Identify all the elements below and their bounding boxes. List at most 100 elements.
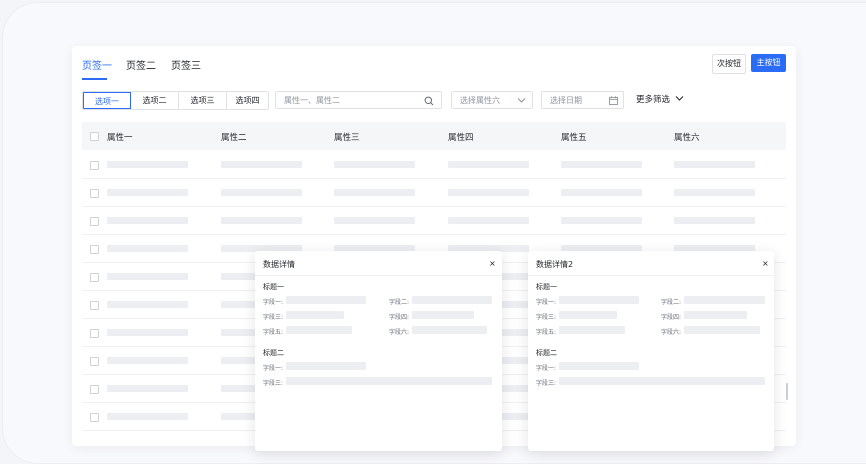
segment-option-4[interactable]: 选项四 [227, 92, 268, 109]
field-value [684, 326, 760, 334]
column-header[interactable]: 属性一 [107, 131, 133, 143]
field-label: 字段二: [661, 299, 682, 306]
search-placeholder: 属性一、属性二 [284, 96, 340, 105]
field-label: 字段一: [536, 299, 557, 306]
date-placeholder: 选择日期 [550, 96, 582, 105]
skeleton-cell [107, 301, 188, 308]
section-title: 标题一 [263, 283, 284, 291]
column-header[interactable]: 属性二 [221, 131, 247, 143]
date-picker[interactable]: 选择日期 [541, 91, 624, 109]
field-value [559, 296, 639, 304]
select-all-checkbox[interactable] [90, 132, 99, 141]
segmented-control: 选项一 选项二 选项三 选项四 [82, 91, 269, 110]
close-icon[interactable]: × [762, 259, 769, 268]
row-checkbox[interactable] [90, 413, 99, 422]
segment-option-3[interactable]: 选项三 [179, 92, 227, 109]
panel-title: 数据详情2 [536, 260, 574, 269]
skeleton-cell [107, 413, 188, 420]
skeleton-cell [448, 161, 529, 168]
column-header[interactable]: 属性三 [334, 131, 360, 143]
field-value [412, 296, 492, 304]
field-label: 字段六: [661, 329, 682, 336]
segment-option-1[interactable]: 选项一 [83, 92, 131, 109]
field-value [559, 311, 617, 319]
skeleton-cell [561, 189, 642, 196]
row-checkbox[interactable] [90, 385, 99, 394]
panel-title: 数据详情 [263, 260, 295, 269]
detail-panel-1: 数据详情 × 标题一 字段一: 字段二: 字段三: 字段四: 字段五: 字段六:… [255, 251, 502, 451]
skeleton-cell [674, 161, 755, 168]
segment-option-2[interactable]: 选项二 [131, 92, 179, 109]
panel-divider [528, 275, 774, 276]
column-header[interactable]: 属性五 [561, 131, 587, 143]
scrollbar-thumb[interactable] [786, 383, 788, 400]
field-value [286, 377, 492, 385]
field-label: 字段一: [536, 365, 557, 372]
table-row[interactable] [82, 206, 786, 235]
more-filters-label: 更多筛选 [636, 95, 671, 105]
close-icon[interactable]: × [489, 259, 496, 268]
row-checkbox[interactable] [90, 357, 99, 366]
secondary-button[interactable]: 次按钮 [712, 54, 746, 74]
field-label: 字段五: [536, 329, 557, 336]
column-header[interactable]: 属性六 [674, 131, 700, 143]
field-value [559, 362, 639, 370]
row-checkbox[interactable] [90, 161, 99, 170]
skeleton-cell [674, 189, 755, 196]
row-checkbox[interactable] [90, 189, 99, 198]
field-label: 字段五: [263, 329, 284, 336]
field-value [286, 326, 352, 334]
column-header[interactable]: 属性四 [448, 131, 474, 143]
section-title: 标题一 [536, 283, 557, 291]
chevron-down-icon [675, 96, 684, 101]
row-checkbox[interactable] [90, 301, 99, 310]
skeleton-cell [221, 189, 302, 196]
field-value [286, 296, 366, 304]
field-value [286, 311, 344, 319]
field-value [286, 362, 366, 370]
field-label: 字段一: [263, 365, 284, 372]
row-checkbox[interactable] [90, 217, 99, 226]
skeleton-cell [107, 161, 188, 168]
skeleton-cell [674, 217, 755, 224]
search-input[interactable]: 属性一、属性二 [275, 91, 442, 109]
field-label: 字段三: [536, 380, 557, 387]
skeleton-cell [561, 161, 642, 168]
field-label: 字段三: [263, 314, 284, 321]
more-filters-button[interactable]: 更多筛选 [636, 93, 684, 105]
main-card: 页签一 页签二 页签三 次按钮 主按钮 选项一 选项二 选项三 选项四 属性一、… [72, 46, 796, 451]
chevron-down-icon [517, 98, 526, 103]
table-row[interactable] [82, 178, 786, 207]
skeleton-cell [334, 189, 415, 196]
skeleton-cell [334, 217, 415, 224]
row-checkbox[interactable] [90, 273, 99, 282]
panel-divider [255, 275, 502, 276]
property-select[interactable]: 选择属性六 [451, 91, 533, 109]
skeleton-cell [221, 161, 302, 168]
tab-1[interactable]: 页签一 [82, 57, 112, 72]
skeleton-cell [107, 217, 188, 224]
table-header: 属性一 属性二 属性三 属性四 属性五 属性六 [82, 122, 786, 150]
field-label: 字段六: [389, 329, 410, 336]
detail-panel-2: 数据详情2 × 标题一 字段一: 字段二: 字段三: 字段四: 字段五: 字段六… [528, 251, 774, 451]
skeleton-cell [107, 189, 188, 196]
skeleton-cell [107, 245, 188, 252]
skeleton-cell [107, 329, 188, 336]
field-value [559, 377, 765, 385]
field-label: 字段二: [389, 299, 410, 306]
skeleton-cell [448, 189, 529, 196]
calendar-icon [609, 96, 618, 105]
tab-3[interactable]: 页签三 [171, 57, 201, 72]
skeleton-cell [221, 217, 302, 224]
section-title: 标题二 [263, 349, 284, 357]
field-value [412, 326, 487, 334]
tab-2[interactable]: 页签二 [126, 57, 156, 72]
tab-active-indicator [82, 78, 107, 80]
skeleton-cell [107, 273, 188, 280]
skeleton-cell [448, 217, 529, 224]
field-label: 字段四: [389, 314, 410, 321]
row-checkbox[interactable] [90, 245, 99, 254]
row-checkbox[interactable] [90, 329, 99, 338]
table-row[interactable] [82, 150, 786, 179]
primary-button[interactable]: 主按钮 [751, 54, 786, 72]
